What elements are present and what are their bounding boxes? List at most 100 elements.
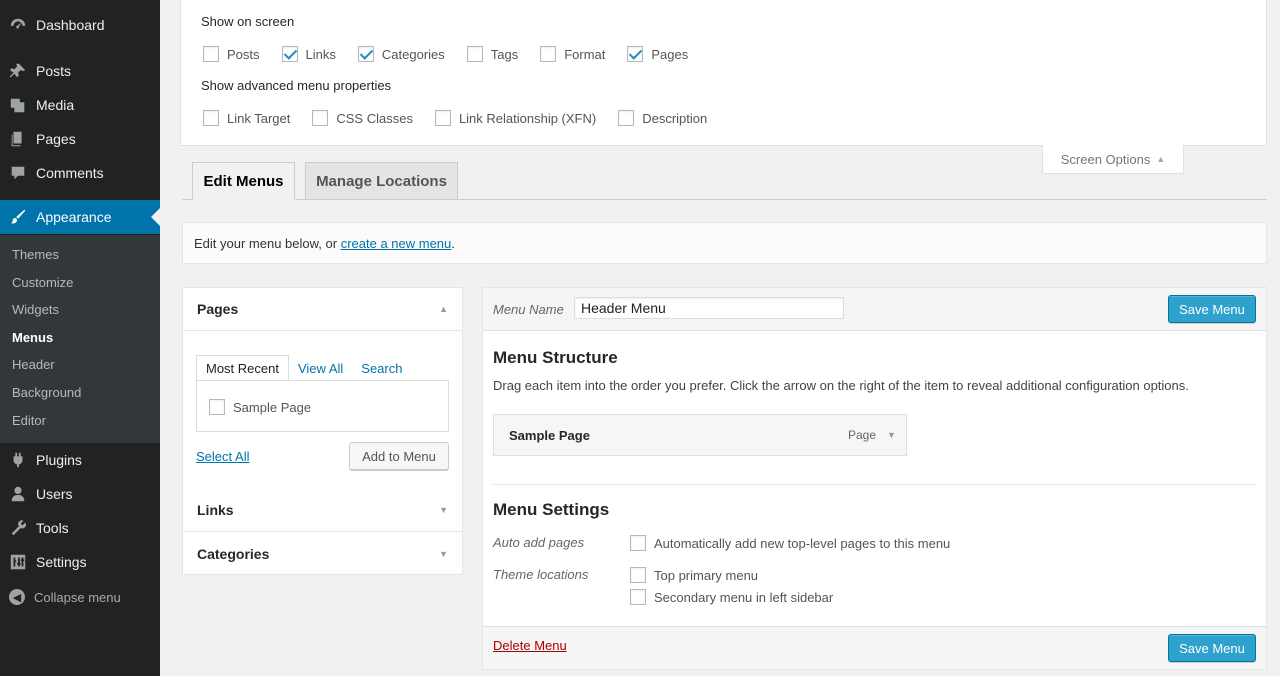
- auto-add-option[interactable]: Automatically add new top-level pages to…: [630, 535, 950, 551]
- arrow-down-icon: ▼: [439, 548, 448, 559]
- checkbox[interactable]: [466, 46, 483, 62]
- menu-structure-title: Menu Structure: [493, 348, 618, 367]
- checkbox[interactable]: [357, 46, 374, 62]
- delete-menu-link[interactable]: Delete Menu: [493, 638, 567, 653]
- sidebar-item-label: Users: [36, 486, 73, 502]
- option-label: Link Relationship (XFN): [458, 110, 597, 126]
- checkbox[interactable]: [434, 110, 451, 126]
- advanced-properties-heading: Show advanced menu properties: [201, 78, 392, 93]
- submenu-item-widgets[interactable]: Widgets: [12, 302, 59, 317]
- submenu-item-header[interactable]: Header: [12, 357, 55, 372]
- menu-edit-panel: [482, 287, 1267, 670]
- tab-edit-menus[interactable]: Edit Menus: [192, 162, 295, 200]
- sidebar-item-dashboard[interactable]: Dashboard: [0, 8, 160, 42]
- admin-sidebar: Dashboard Posts Media Pages Comments App…: [0, 0, 160, 676]
- advanced-properties-options: Link Target CSS Classes Link Relationshi…: [203, 110, 729, 126]
- arrow-down-icon: ▼: [439, 505, 448, 515]
- checkbox[interactable]: [630, 535, 646, 551]
- submenu-item-themes[interactable]: Themes: [12, 247, 59, 262]
- accordion-title: Pages: [197, 301, 239, 317]
- sidebar-item-label: Posts: [36, 63, 72, 79]
- option-css-classes[interactable]: CSS Classes: [312, 110, 413, 126]
- sidebar-item-users[interactable]: Users: [0, 477, 160, 511]
- sidebar-item-label: Settings: [36, 554, 87, 570]
- sidebar-item-posts[interactable]: Posts: [0, 54, 160, 88]
- sidebar-item-media[interactable]: Media: [0, 88, 160, 122]
- tab-view-all[interactable]: View All: [289, 355, 352, 381]
- page-item[interactable]: Sample Page: [209, 399, 311, 415]
- option-posts[interactable]: Posts: [203, 46, 260, 62]
- plugin-icon: [0, 451, 36, 469]
- option-link-target[interactable]: Link Target: [203, 110, 290, 126]
- pin-icon: [0, 62, 36, 80]
- screen-options-panel: Show on screen Posts Links Categories Ta…: [180, 0, 1267, 146]
- screen-options-toggle[interactable]: Screen Options ▲: [1042, 145, 1184, 174]
- menu-settings-title: Menu Settings: [493, 500, 610, 519]
- checkbox[interactable]: [312, 110, 329, 126]
- option-format[interactable]: Format: [540, 46, 605, 62]
- submenu-item-menus[interactable]: Menus: [12, 330, 53, 345]
- menu-item-title: Sample Page: [509, 428, 590, 443]
- show-on-screen-options: Posts Links Categories Tags Format Pages: [203, 46, 710, 62]
- option-label: Link Target: [227, 110, 291, 126]
- accordion-pages-header[interactable]: Pages ▲: [183, 288, 462, 331]
- screen-options-label: Screen Options: [1060, 151, 1151, 167]
- save-menu-button[interactable]: Save Menu: [1168, 295, 1256, 323]
- option-pages[interactable]: Pages: [627, 46, 688, 62]
- option-label: Description: [642, 110, 708, 126]
- accordion-links-header[interactable]: Links ▼: [183, 489, 462, 532]
- option-label: Pages: [651, 46, 689, 62]
- location-secondary-sidebar[interactable]: Secondary menu in left sidebar: [630, 589, 833, 605]
- arrow-up-icon: ▲: [439, 304, 448, 314]
- checkbox[interactable]: [209, 399, 225, 415]
- submenu-item-background[interactable]: Background: [12, 385, 81, 400]
- option-description[interactable]: Description: [618, 110, 707, 126]
- notice-suffix: .: [451, 235, 455, 251]
- option-categories[interactable]: Categories: [357, 46, 445, 62]
- sidebar-item-label: Tools: [36, 520, 69, 536]
- pages-tabs: Most Recent View All Search: [196, 355, 411, 381]
- show-on-screen-heading: Show on screen: [201, 14, 295, 29]
- arrow-up-icon: ▲: [1156, 154, 1166, 164]
- submenu-item-editor[interactable]: Editor: [12, 413, 46, 428]
- option-label: Format: [564, 46, 606, 62]
- sidebar-item-label: Plugins: [36, 452, 82, 468]
- sidebar-item-appearance[interactable]: Appearance: [0, 200, 160, 234]
- menu-item[interactable]: Sample Page Page ▼: [493, 414, 907, 456]
- menu-item-toggle-icon[interactable]: ▼: [887, 430, 896, 440]
- location-label: Top primary menu: [654, 567, 759, 583]
- checkbox[interactable]: [281, 46, 298, 62]
- select-all-link[interactable]: Select All: [196, 449, 249, 464]
- submenu-item-customize[interactable]: Customize: [12, 275, 73, 290]
- tab-manage-locations[interactable]: Manage Locations: [305, 162, 458, 200]
- checkbox[interactable]: [618, 110, 635, 126]
- checkbox[interactable]: [203, 110, 219, 126]
- location-top-primary[interactable]: Top primary menu: [630, 567, 758, 583]
- sidebar-item-comments[interactable]: Comments: [0, 156, 160, 190]
- menu-name-label: Menu Name: [493, 302, 564, 317]
- tab-search[interactable]: Search: [352, 355, 411, 381]
- checkbox[interactable]: [630, 567, 646, 583]
- accordion-categories-header[interactable]: Categories ▼: [183, 532, 462, 575]
- add-to-menu-button[interactable]: Add to Menu: [349, 442, 449, 470]
- checkbox[interactable]: [540, 46, 557, 62]
- notice-text: Edit your menu below, or: [194, 235, 338, 251]
- accordion-title: Categories: [197, 545, 270, 562]
- option-link-relationship[interactable]: Link Relationship (XFN): [434, 110, 597, 126]
- save-menu-button-bottom[interactable]: Save Menu: [1168, 634, 1256, 662]
- create-new-menu-link[interactable]: create a new menu: [341, 236, 452, 251]
- auto-add-label: Auto add pages: [493, 535, 585, 550]
- tab-most-recent[interactable]: Most Recent: [196, 355, 289, 381]
- option-links[interactable]: Links: [281, 46, 336, 62]
- checkbox[interactable]: [627, 46, 644, 62]
- option-tags[interactable]: Tags: [466, 46, 518, 62]
- sidebar-item-pages[interactable]: Pages: [0, 122, 160, 156]
- sidebar-item-settings[interactable]: Settings: [0, 545, 160, 579]
- checkbox[interactable]: [630, 589, 646, 605]
- sidebar-item-plugins[interactable]: Plugins: [0, 443, 160, 477]
- collapse-menu-button[interactable]: ◀ Collapse menu: [0, 585, 160, 609]
- menu-name-input[interactable]: [574, 297, 844, 319]
- paintbrush-icon: [0, 208, 36, 226]
- sidebar-item-tools[interactable]: Tools: [0, 511, 160, 545]
- checkbox[interactable]: [203, 46, 219, 62]
